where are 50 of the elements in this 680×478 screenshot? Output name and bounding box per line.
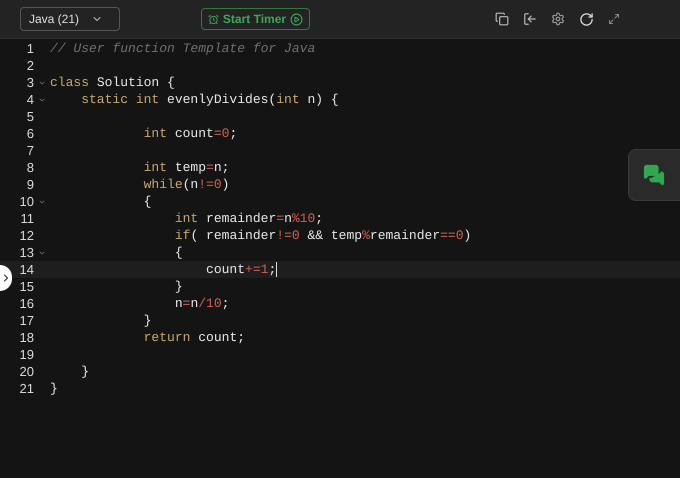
line-number: 21 [18, 380, 34, 398]
line-number: 3 [26, 74, 34, 92]
reload-icon[interactable] [579, 12, 594, 26]
code-line: { [142, 192, 152, 211]
line-number: 1 [26, 40, 34, 58]
code-line: } [80, 362, 90, 381]
code-line: n=n/10; [174, 294, 230, 313]
line-number: 20 [18, 362, 34, 381]
line-number: 15 [18, 278, 34, 296]
code-line: if( remainder!=0 && temp%remainder==0) [174, 226, 472, 245]
code-line: count+=1; [205, 260, 278, 279]
code-line: static int evenlyDivides(int n) { [80, 90, 339, 109]
line-number: 9 [26, 176, 34, 194]
line-number: 8 [26, 158, 34, 177]
line-number: 14 [18, 260, 34, 279]
code-line: return count; [142, 328, 246, 347]
line-number: 12 [18, 226, 34, 245]
line-number: 6 [26, 124, 34, 143]
code-line: int count=0; [142, 124, 238, 143]
line-number: 7 [26, 142, 34, 160]
chat-icon [643, 164, 665, 186]
line-number: 19 [18, 346, 34, 364]
code-line: } [50, 380, 58, 398]
line-number: 10 [18, 192, 34, 211]
code-line: // User function Template for Java [50, 40, 316, 58]
line-number: 11 [20, 210, 34, 228]
code-line: while(n!=0) [142, 176, 230, 194]
code-line: class Solution { [50, 74, 175, 92]
line-number: 16 [18, 294, 34, 313]
code-line: { [174, 244, 183, 262]
code-line: } [174, 278, 183, 296]
start-timer-button[interactable]: Start Timer [201, 8, 310, 30]
play-icon [290, 12, 304, 26]
line-number: 17 [18, 312, 34, 330]
code-line: int remainder=n%10; [174, 210, 324, 228]
line-number: 4 [26, 90, 34, 109]
settings-icon[interactable] [551, 12, 565, 26]
text-cursor [276, 262, 278, 277]
alarm-clock-icon [208, 14, 219, 24]
code-line: int temp=n; [142, 158, 230, 177]
copy-icon[interactable] [495, 12, 509, 26]
line-number: 13 [18, 244, 34, 262]
language-dropdown[interactable]: Java (21) [20, 7, 120, 31]
enter-icon[interactable] [523, 12, 537, 26]
line-number: 18 [18, 328, 34, 347]
chat-button[interactable] [628, 149, 680, 201]
line-number: 2 [26, 56, 34, 75]
line-number: 5 [26, 108, 34, 126]
fullscreen-icon[interactable] [608, 13, 620, 25]
code-line: } [142, 312, 152, 330]
